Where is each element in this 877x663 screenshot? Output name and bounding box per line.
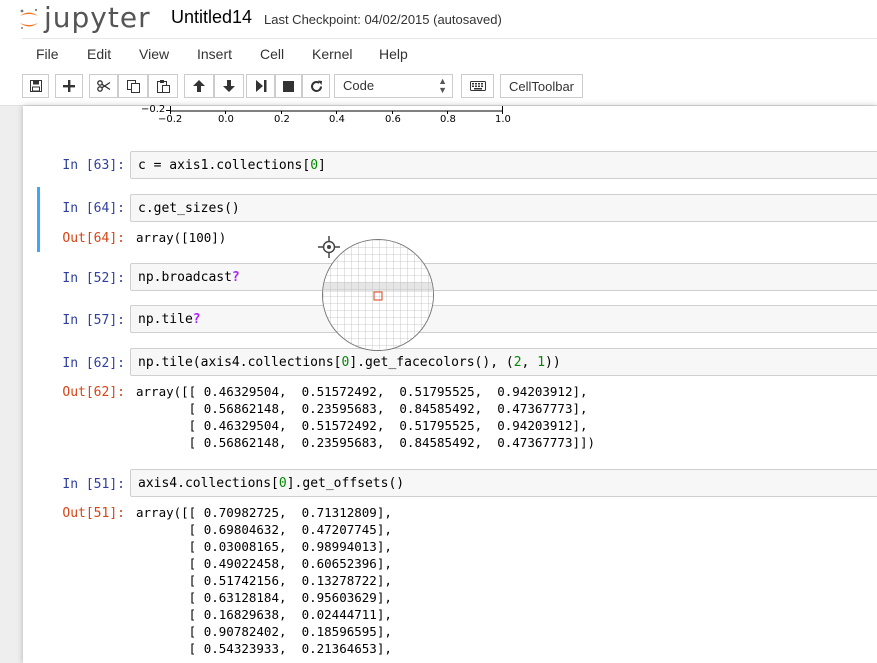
cell-type-value: Code (343, 78, 375, 93)
menu-file[interactable]: File (36, 46, 59, 62)
x-tick-label: 0.4 (329, 114, 345, 125)
cut-button[interactable] (89, 74, 118, 98)
stop-icon (283, 80, 294, 92)
scissors-icon (96, 80, 110, 92)
screenshot-magnifier (322, 239, 434, 351)
menu-kernel[interactable]: Kernel (312, 46, 352, 62)
input-prompt: In [52]: (62, 271, 125, 286)
checkpoint-status: Last Checkpoint: 04/02/2015 (autosaved) (264, 12, 502, 27)
copy-icon (126, 79, 140, 93)
x-tick-label: −0.2 (158, 114, 183, 125)
interrupt-kernel-button[interactable] (275, 74, 302, 98)
menu-insert[interactable]: Insert (197, 46, 232, 62)
menubar: File Edit View Insert Cell Kernel Help (22, 38, 877, 70)
jupyter-logo[interactable]: jupyter (18, 1, 151, 35)
code-text: axis4.collections[0].get_offsets() (138, 476, 405, 491)
plus-icon (63, 80, 75, 92)
x-tick-label: 0.2 (274, 114, 290, 125)
code-input[interactable]: axis4.collections[0].get_offsets() (130, 469, 877, 497)
code-text: np.tile(axis4.collections[0].get_facecol… (138, 355, 561, 370)
toolbar: Code ▲ ▼ CellToolbar (0, 69, 877, 106)
code-input[interactable]: np.tile? (130, 305, 877, 333)
notebook-name[interactable]: Untitled14 (171, 7, 252, 28)
save-button[interactable] (22, 74, 49, 98)
paste-icon (156, 79, 170, 93)
output-text: array([[ 0.46329504, 0.51572492, 0.51795… (136, 384, 596, 450)
logo-text: jupyter (44, 1, 151, 34)
output-text: array([[ 0.70982725, 0.71312809], [ 0.69… (136, 505, 392, 656)
input-prompt: In [51]: (62, 477, 125, 492)
code-input[interactable]: np.tile(axis4.collections[0].get_facecol… (130, 348, 877, 376)
code-text: c = axis1.collections[0] (138, 158, 326, 173)
step-forward-icon (255, 80, 266, 92)
arrow-down-icon (223, 80, 235, 92)
insert-cell-button[interactable] (55, 74, 83, 98)
code-text: c.get_sizes() (138, 201, 240, 216)
run-cell-button[interactable] (246, 74, 275, 98)
celltoolbar-button[interactable]: CellToolbar (500, 74, 583, 98)
input-prompt: In [63]: (62, 158, 125, 173)
paste-button[interactable] (148, 74, 178, 98)
save-icon (29, 80, 42, 92)
keyboard-icon (469, 81, 486, 91)
code-text: np.broadcast? (138, 270, 240, 285)
output-prompt: Out[62]: (62, 385, 125, 400)
output-text: array([100]) (136, 230, 227, 245)
menu-help[interactable]: Help (379, 46, 408, 62)
x-tick-label: 0.6 (385, 114, 401, 125)
copy-button[interactable] (118, 74, 148, 98)
move-up-button[interactable] (184, 74, 214, 98)
code-text: np.tile? (138, 312, 201, 327)
input-prompt: In [64]: (62, 201, 125, 216)
select-arrows-icon: ▲ ▼ (438, 76, 447, 95)
menu-view[interactable]: View (139, 46, 169, 62)
code-input[interactable]: c = axis1.collections[0] (130, 151, 877, 179)
output-prompt: Out[51]: (62, 506, 125, 521)
header: jupyter Untitled14 Last Checkpoint: 04/0… (0, 0, 877, 38)
input-prompt: In [57]: (62, 313, 125, 328)
output-prompt: Out[64]: (62, 231, 125, 246)
x-tick-label: 0.8 (440, 114, 456, 125)
input-prompt: In [62]: (62, 356, 125, 371)
code-input[interactable]: c.get_sizes() (130, 194, 877, 222)
cell-type-select[interactable]: Code ▲ ▼ (334, 74, 453, 98)
x-tick-label: 1.0 (495, 114, 511, 125)
move-down-button[interactable] (214, 74, 244, 98)
arrow-up-icon (193, 80, 205, 92)
menu-cell[interactable]: Cell (260, 46, 284, 62)
menu-edit[interactable]: Edit (87, 46, 111, 62)
command-palette-button[interactable] (461, 74, 494, 98)
jupyter-logo-icon (18, 4, 40, 32)
x-tick-label: 0.0 (218, 114, 234, 125)
magnifier-grid (323, 240, 433, 350)
restart-icon (310, 80, 322, 92)
code-input[interactable]: np.broadcast? (130, 263, 877, 291)
crosshair-icon (318, 236, 340, 258)
restart-kernel-button[interactable] (302, 74, 330, 98)
